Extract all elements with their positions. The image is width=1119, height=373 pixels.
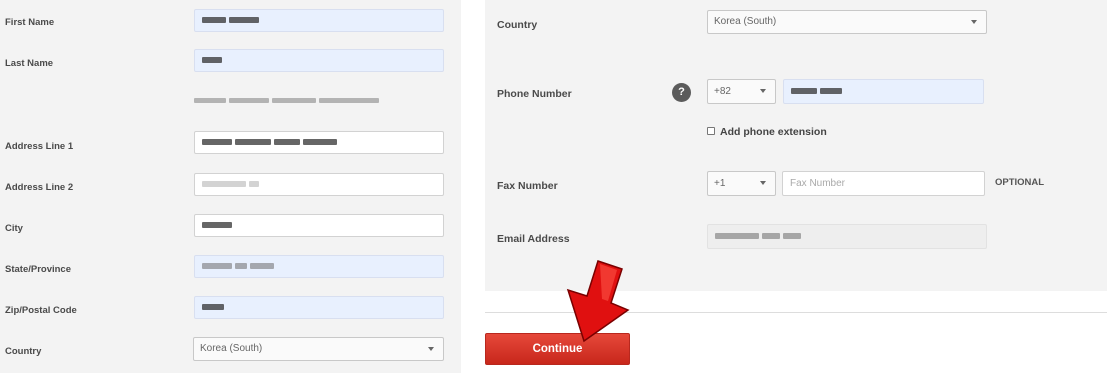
fax-optional-badge: OPTIONAL [995, 177, 1045, 188]
country-select-value: Korea (South) [200, 343, 263, 354]
add-phone-extension-label[interactable]: Add phone extension [720, 126, 827, 138]
state-province-label: State/Province [5, 264, 71, 275]
last-name-field[interactable] [194, 49, 444, 72]
contact-country-select-value: Korea (South) [714, 16, 777, 27]
fax-country-code-value: +1 [714, 178, 726, 189]
phone-number-label: Phone Number [497, 88, 572, 100]
city-field[interactable] [194, 214, 444, 237]
address-line-1-field[interactable] [194, 131, 444, 154]
chevron-down-icon [971, 20, 977, 24]
contact-country-select[interactable]: Korea (South) [707, 10, 987, 34]
red-arrow-icon [566, 260, 630, 343]
phone-country-code-select[interactable]: +82 [707, 79, 776, 104]
first-name-label: First Name [5, 17, 55, 28]
address-line-2-label: Address Line 2 [5, 182, 74, 193]
fax-number-field[interactable]: Fax Number [782, 171, 985, 196]
fax-number-label: Fax Number [497, 180, 558, 192]
fax-country-code-select[interactable]: +1 [707, 171, 776, 196]
chevron-down-icon [428, 347, 434, 351]
last-name-label: Last Name [5, 58, 54, 69]
address-line-1-label: Address Line 1 [5, 141, 74, 152]
state-province-field[interactable] [194, 255, 444, 278]
first-name-field[interactable] [194, 9, 444, 32]
country-select[interactable]: Korea (South) [193, 337, 444, 361]
add-phone-extension-checkbox[interactable] [707, 127, 715, 135]
chevron-down-icon [760, 181, 766, 185]
city-label: City [5, 223, 23, 234]
name-hint-text [194, 92, 382, 104]
address-line-2-field[interactable] [194, 173, 444, 196]
question-circle-icon[interactable]: ? [672, 83, 691, 102]
contact-country-label: Country [497, 19, 538, 31]
country-label: Country [5, 346, 42, 357]
phone-country-code-value: +82 [714, 86, 731, 97]
email-address-label: Email Address [497, 233, 570, 245]
phone-number-field[interactable] [783, 79, 984, 104]
chevron-down-icon [760, 89, 766, 93]
zip-postal-code-label: Zip/Postal Code [5, 305, 77, 316]
email-address-field [707, 224, 987, 249]
zip-postal-code-field[interactable] [194, 296, 444, 319]
